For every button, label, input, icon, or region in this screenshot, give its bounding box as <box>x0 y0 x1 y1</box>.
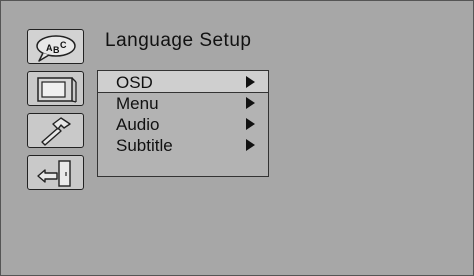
language-setup-icon-button[interactable]: ABC <box>27 29 84 64</box>
right-triangle-icon <box>246 97 255 109</box>
menu-item-label: Menu <box>116 94 159 113</box>
video-setup-icon-button[interactable] <box>27 71 84 106</box>
right-triangle-icon <box>246 139 255 151</box>
exit-icon-button[interactable] <box>27 155 84 190</box>
language-bubble-icon: ABC <box>36 35 76 62</box>
tv-monitor-icon <box>37 77 77 103</box>
menu-item-label: Audio <box>116 115 160 134</box>
menu-item-label: Subtitle <box>116 136 173 155</box>
hammer-tool-icon <box>41 117 71 146</box>
menu-item-menu[interactable]: Menu <box>98 93 268 115</box>
menu-item-audio[interactable]: Audio <box>98 115 268 137</box>
page-title: Language Setup <box>105 30 252 51</box>
preferences-icon-button[interactable] <box>27 113 84 148</box>
language-menu: OSD Menu Audio Subtitle <box>97 70 269 177</box>
menu-item-label: OSD <box>116 73 153 92</box>
menu-item-subtitle[interactable]: Subtitle <box>98 136 268 159</box>
menu-item-osd[interactable]: OSD <box>98 71 268 93</box>
right-triangle-icon <box>246 118 255 130</box>
osd-screen: ABC Language Setup OSD Menu Audio Subtit… <box>0 0 474 276</box>
exit-door-icon <box>37 160 71 187</box>
right-triangle-icon <box>246 76 255 88</box>
